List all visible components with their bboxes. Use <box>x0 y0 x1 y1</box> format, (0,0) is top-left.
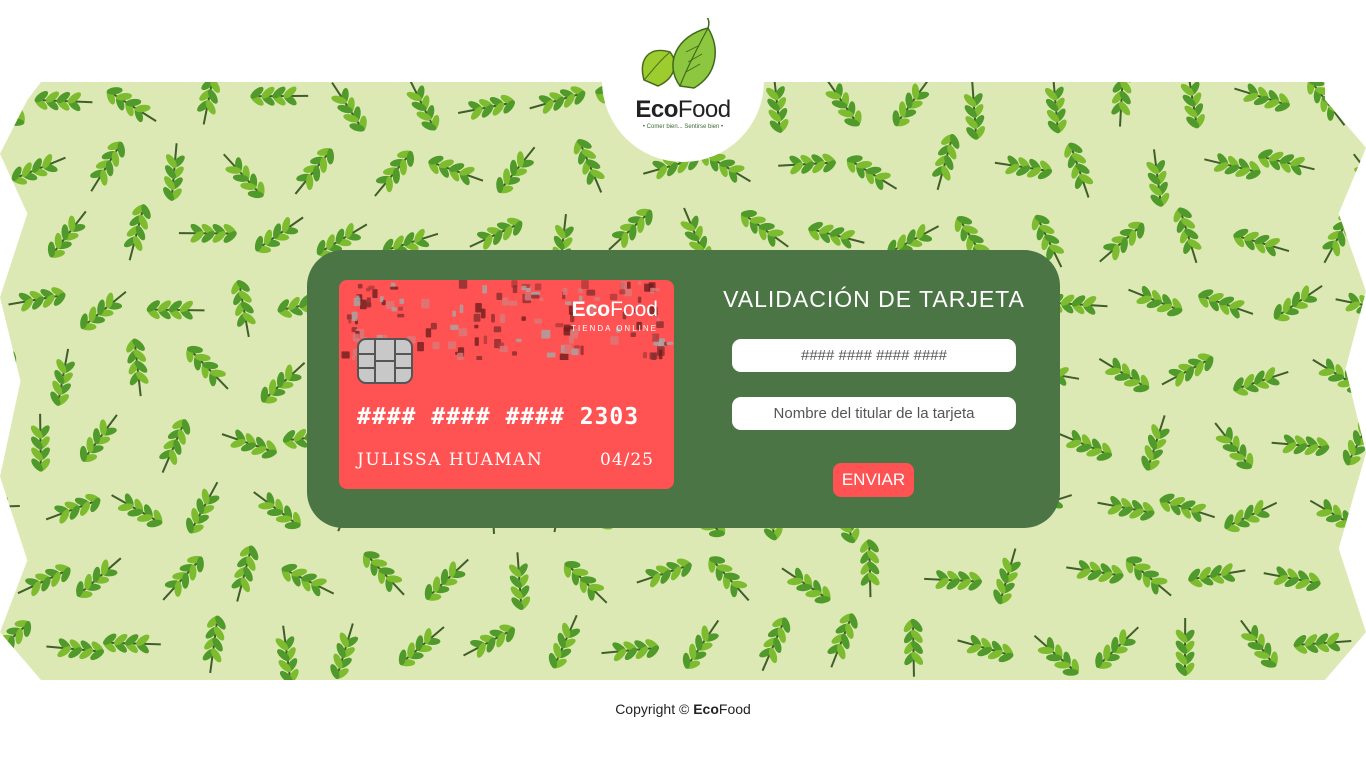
card-brand-subtitle: TIENDA ONLINE <box>571 324 658 333</box>
logo-tagline: • Comer bien... Sentirse bien • <box>642 124 724 130</box>
card-validation-panel: EcoFood TIENDA ONLINE #### #### #### 230… <box>307 250 1060 528</box>
card-holder-display: JULISSA HUAMAN <box>357 450 544 470</box>
credit-card-preview: EcoFood TIENDA ONLINE #### #### #### 230… <box>339 280 674 489</box>
footer-copyright: Copyright © EcoFood <box>0 701 1366 717</box>
card-number-input[interactable] <box>732 339 1016 372</box>
logo-text: EcoFood <box>635 96 731 123</box>
card-holder-input[interactable] <box>732 397 1016 430</box>
form-title: VALIDACIÓN DE TARJETA <box>723 286 1025 312</box>
footer-brand: EcoFood <box>693 701 751 717</box>
card-number-display: #### #### #### 2303 <box>357 404 640 430</box>
double-leaf-icon <box>641 18 716 89</box>
submit-button[interactable]: ENVIAR <box>833 463 914 497</box>
card-brand-logo: EcoFood <box>571 298 658 321</box>
card-expiry-display: 04/25 <box>600 450 654 470</box>
sim-chip-icon <box>357 338 413 384</box>
copyright-text: Copyright © <box>615 701 690 717</box>
